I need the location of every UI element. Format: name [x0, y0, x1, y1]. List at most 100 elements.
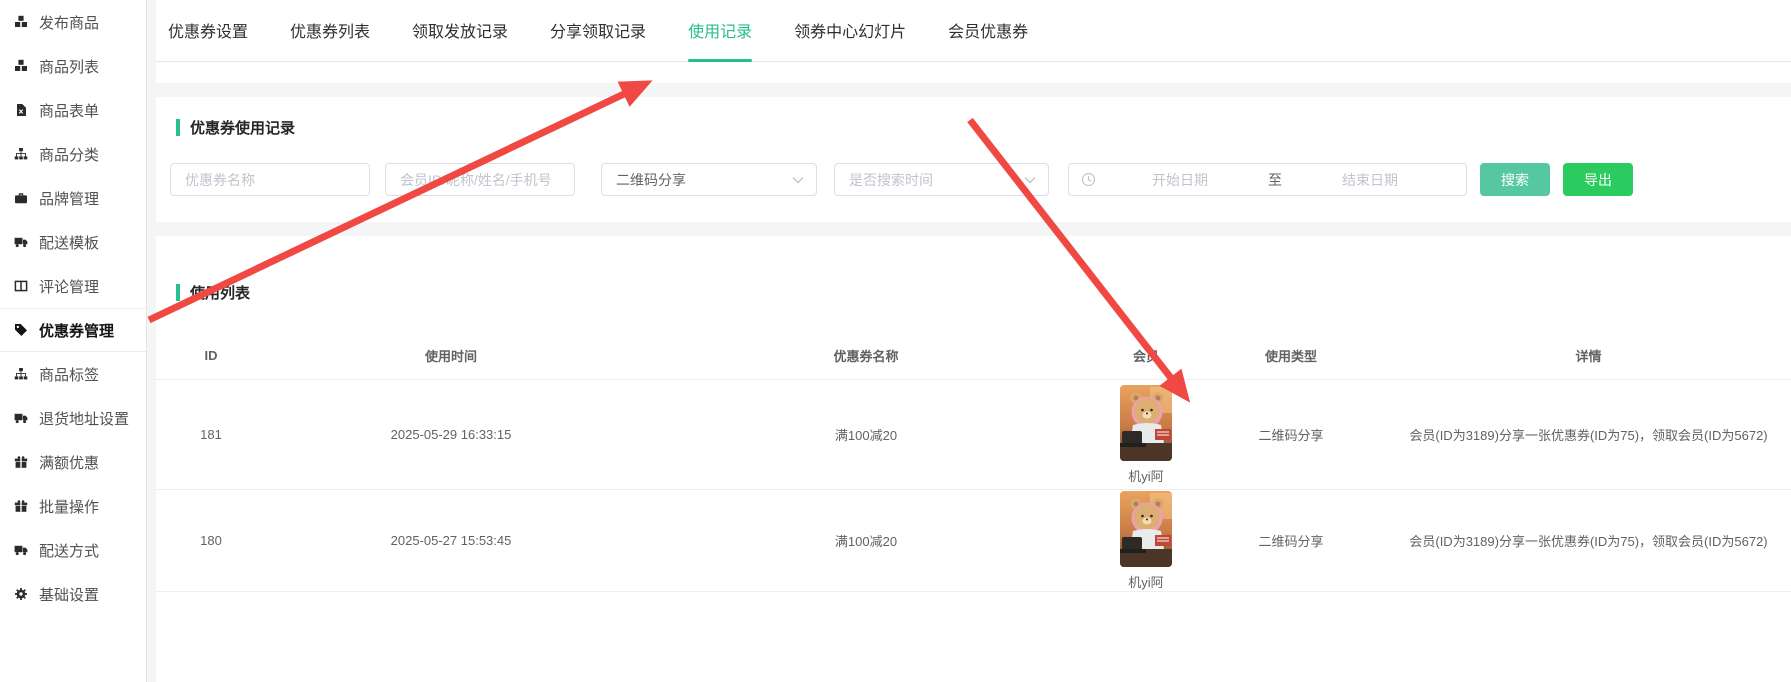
tabs-card: 优惠券设置 优惠券列表 领取发放记录 分享领取记录 使用记录 领券中心幻灯片 会…: [156, 0, 1791, 83]
sidebar: 发布商品 商品列表 商品表单 商品分类 品牌管理 配送模板 评论管理: [0, 0, 147, 682]
end-date-placeholder[interactable]: 结束日期: [1286, 170, 1454, 190]
file-excel-icon: [14, 103, 30, 117]
filter-row: 二维码分享 是否搜索时间 开始日期 至 结束日期 搜索 导出: [156, 163, 1791, 196]
filter-card: 优惠券使用记录 二维码分享 是否搜索时间 开始日期 至 结束日期: [156, 97, 1791, 222]
chevron-down-icon: [1024, 176, 1036, 184]
table-row: 180 2025-05-27 15:53:45 满100减20: [156, 490, 1791, 592]
start-date-placeholder[interactable]: 开始日期: [1096, 170, 1264, 190]
coupon-admin-page: 发布商品 商品列表 商品表单 商品分类 品牌管理 配送模板 评论管理: [0, 0, 1791, 682]
sidebar-item-label: 满额优惠: [39, 452, 99, 473]
tab-share-claim-records[interactable]: 分享领取记录: [550, 18, 646, 62]
section-accent-bar: [176, 119, 180, 136]
gear-icon: [14, 587, 30, 601]
time-search-select[interactable]: 是否搜索时间: [834, 163, 1049, 196]
table-row: 181 2025-05-29 16:33:15 满100减20: [156, 380, 1791, 490]
sidebar-item-product-category[interactable]: 商品分类: [0, 132, 146, 176]
coupon-tabs: 优惠券设置 优惠券列表 领取发放记录 分享领取记录 使用记录 领券中心幻灯片 会…: [168, 18, 1028, 62]
tab-usage-records[interactable]: 使用记录: [688, 18, 752, 62]
sidebar-item-comment-management[interactable]: 评论管理: [0, 264, 146, 308]
sidebar-item-label: 优惠券管理: [39, 320, 114, 341]
col-header-use-type: 使用类型: [1196, 346, 1386, 365]
sidebar-item-delivery-method[interactable]: 配送方式: [0, 528, 146, 572]
tab-coupon-list[interactable]: 优惠券列表: [290, 18, 370, 62]
sidebar-item-label: 品牌管理: [39, 188, 99, 209]
share-type-select[interactable]: 二维码分享: [601, 163, 817, 196]
sidebar-item-label: 基础设置: [39, 584, 99, 605]
tab-coupon-center-slides[interactable]: 领券中心幻灯片: [794, 18, 906, 62]
date-range-separator: 至: [1264, 170, 1286, 190]
sidebar-item-label: 配送方式: [39, 540, 99, 561]
cubes-icon: [14, 15, 30, 29]
col-header-coupon-name: 优惠券名称: [636, 346, 1096, 365]
col-header-use-time: 使用时间: [266, 346, 636, 365]
tab-claim-issue-records[interactable]: 领取发放记录: [412, 18, 508, 62]
gift-icon: [14, 455, 30, 469]
col-header-member: 会员: [1096, 346, 1196, 365]
coupon-name-filter: [170, 163, 370, 196]
truck-icon: [14, 411, 30, 425]
truck-icon: [14, 235, 30, 249]
clock-icon: [1081, 172, 1096, 187]
sidebar-item-label: 配送模板: [39, 232, 99, 253]
briefcase-icon: [14, 191, 30, 205]
cell-member: 机yi阿: [1096, 385, 1196, 485]
time-search-placeholder: 是否搜索时间: [835, 170, 1024, 190]
member-nickname: 机yi阿: [1128, 572, 1163, 591]
member-input[interactable]: [386, 164, 574, 195]
sidebar-item-label: 退货地址设置: [39, 408, 129, 429]
col-header-id: ID: [156, 348, 266, 363]
sidebar-item-batch-operations[interactable]: 批量操作: [0, 484, 146, 528]
sitemap-icon: [14, 147, 30, 161]
sidebar-item-product-list[interactable]: 商品列表: [0, 44, 146, 88]
cell-use-type: 二维码分享: [1196, 425, 1386, 444]
sidebar-item-delivery-template[interactable]: 配送模板: [0, 220, 146, 264]
sidebar-item-full-discount[interactable]: 满额优惠: [0, 440, 146, 484]
sidebar-item-coupon-management[interactable]: 优惠券管理: [0, 308, 146, 352]
tab-coupon-settings[interactable]: 优惠券设置: [168, 18, 248, 62]
sidebar-item-product-tags[interactable]: 商品标签: [0, 352, 146, 396]
cell-coupon-name: 满100减20: [636, 425, 1096, 444]
cell-use-type: 二维码分享: [1196, 531, 1386, 550]
table-header-row: ID 使用时间 优惠券名称 会员 使用类型 详情: [156, 332, 1791, 380]
col-header-detail: 详情: [1386, 346, 1791, 365]
chevron-down-icon: [792, 176, 804, 184]
sidebar-item-label: 商品列表: [39, 56, 99, 77]
columns-icon: [14, 279, 30, 293]
cell-coupon-name: 满100减20: [636, 531, 1096, 550]
date-range-picker[interactable]: 开始日期 至 结束日期: [1068, 163, 1467, 196]
filter-section-title: 优惠券使用记录: [176, 117, 295, 138]
section-accent-bar: [176, 284, 180, 301]
sidebar-item-basic-settings[interactable]: 基础设置: [0, 572, 146, 616]
search-button[interactable]: 搜索: [1480, 163, 1550, 196]
share-type-value: 二维码分享: [602, 170, 792, 190]
cell-use-time: 2025-05-27 15:53:45: [266, 533, 636, 548]
coupon-name-input[interactable]: [171, 164, 369, 195]
sidebar-item-return-address-settings[interactable]: 退货地址设置: [0, 396, 146, 440]
member-avatar: [1120, 491, 1172, 567]
sidebar-item-label: 商品分类: [39, 144, 99, 165]
cell-detail: 会员(ID为3189)分享一张优惠券(ID为75)，领取会员(ID为5672): [1386, 531, 1791, 550]
cell-id: 181: [156, 427, 266, 442]
list-section-title: 使用列表: [176, 282, 250, 303]
export-button[interactable]: 导出: [1563, 163, 1633, 196]
sidebar-item-publish-product[interactable]: 发布商品: [0, 0, 146, 44]
cubes-icon: [14, 59, 30, 73]
member-avatar: [1120, 385, 1172, 461]
sidebar-item-brand-management[interactable]: 品牌管理: [0, 176, 146, 220]
sidebar-item-product-form[interactable]: 商品表单: [0, 88, 146, 132]
member-nickname: 机yi阿: [1128, 466, 1163, 485]
truck-icon: [14, 543, 30, 557]
sidebar-item-label: 商品表单: [39, 100, 99, 121]
sidebar-item-label: 批量操作: [39, 496, 99, 517]
tag-icon: [14, 323, 30, 337]
cell-member: 机yi阿: [1096, 491, 1196, 591]
member-filter: [385, 163, 575, 196]
gift-icon: [14, 499, 30, 513]
usage-list-card: 使用列表 ID 使用时间 优惠券名称 会员 使用类型 详情 181 2025-0…: [156, 236, 1791, 682]
cell-id: 180: [156, 533, 266, 548]
tab-member-coupons[interactable]: 会员优惠券: [948, 18, 1028, 62]
sidebar-item-label: 商品标签: [39, 364, 99, 385]
sidebar-item-label: 评论管理: [39, 276, 99, 297]
cell-detail: 会员(ID为3189)分享一张优惠券(ID为75)，领取会员(ID为5672): [1386, 425, 1791, 444]
sitemap-icon: [14, 367, 30, 381]
